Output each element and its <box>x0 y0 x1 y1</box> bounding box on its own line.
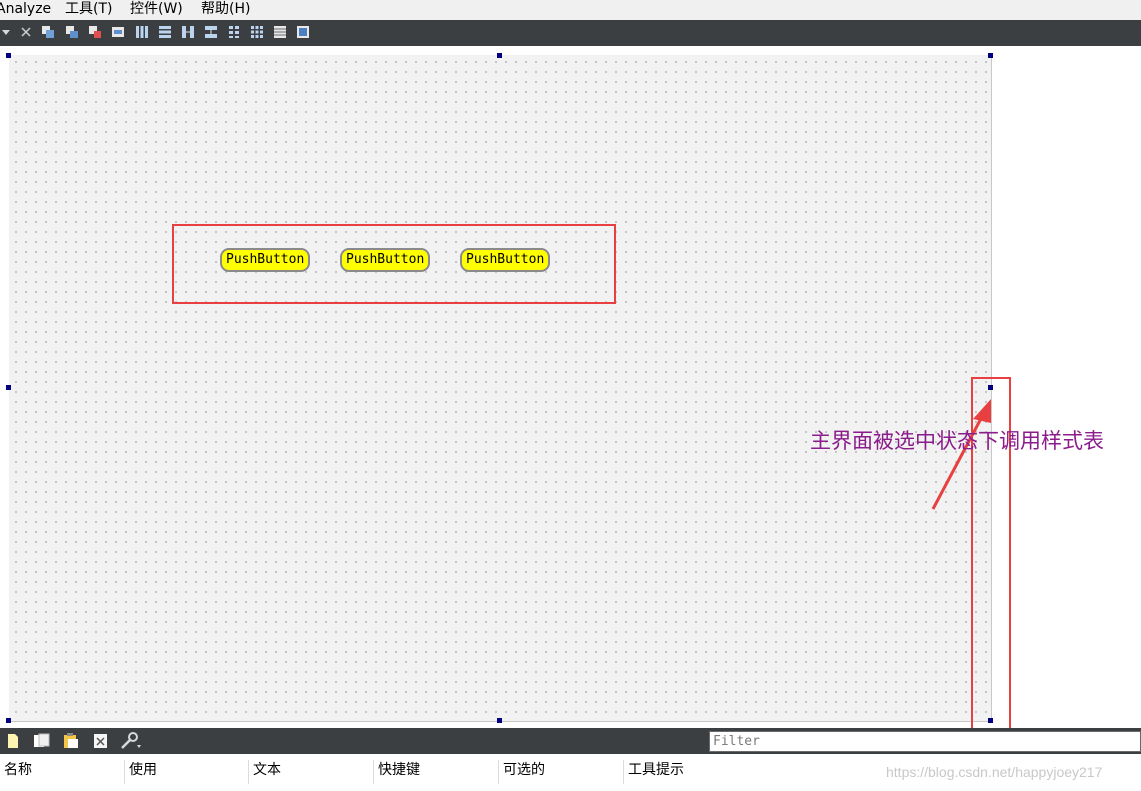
dropdown-arrow-icon[interactable] <box>0 26 14 40</box>
form-toolbar <box>0 20 1141 46</box>
annotation-text: 主界面被选中状态下调用样式表 <box>810 429 1104 453</box>
adjust-size-icon[interactable] <box>296 25 310 39</box>
break-layout-icon[interactable] <box>273 25 287 39</box>
close-icon[interactable] <box>19 25 33 39</box>
edit-signals-slots-icon[interactable] <box>65 25 79 39</box>
filter-input[interactable] <box>709 731 1141 752</box>
layout-form-icon[interactable] <box>227 25 241 39</box>
resize-handle-top-left[interactable] <box>6 53 11 58</box>
menu-bar: Analyze 工具(T) 控件(W) 帮助(H) <box>0 0 1141 20</box>
resize-handle-bottom[interactable] <box>497 718 502 723</box>
column-checkable[interactable]: 可选的 <box>499 760 624 784</box>
resize-handle-top-right[interactable] <box>988 53 993 58</box>
copy-action-icon[interactable] <box>33 733 50 747</box>
layout-vertical-icon[interactable] <box>158 25 172 39</box>
new-action-icon[interactable] <box>6 733 20 748</box>
column-text[interactable]: 文本 <box>249 760 374 784</box>
configure-wrench-icon[interactable] <box>120 732 141 749</box>
layout-horizontal-splitter-icon[interactable] <box>181 25 195 39</box>
menu-help[interactable]: 帮助(H) <box>201 0 250 20</box>
menu-tools[interactable]: 工具(T) <box>65 0 112 20</box>
resize-handle-left[interactable] <box>6 385 11 390</box>
layout-horizontal-icon[interactable] <box>135 25 149 39</box>
edit-buddies-icon[interactable] <box>88 25 102 39</box>
column-shortcut[interactable]: 快捷键 <box>374 760 499 784</box>
layout-vertical-splitter-icon[interactable] <box>204 25 218 39</box>
menu-widgets[interactable]: 控件(W) <box>130 0 183 20</box>
buttons-highlight-box <box>172 224 616 304</box>
watermark: https://blog.csdn.net/happyjoey217 <box>886 764 1103 780</box>
layout-grid-icon[interactable] <box>250 25 264 39</box>
column-tooltip[interactable]: 工具提示 <box>624 760 749 784</box>
edit-tab-order-icon[interactable] <box>111 25 125 39</box>
paste-action-icon[interactable] <box>63 733 78 748</box>
menu-analyze[interactable]: Analyze <box>0 0 51 20</box>
edit-widgets-icon[interactable] <box>41 25 55 39</box>
column-name[interactable]: 名称 <box>0 760 125 784</box>
form-canvas[interactable] <box>9 55 992 722</box>
resize-handle-top[interactable] <box>497 53 502 58</box>
column-used[interactable]: 使用 <box>125 760 249 784</box>
delete-action-icon[interactable] <box>93 733 107 748</box>
resize-handle-bottom-left[interactable] <box>6 718 11 723</box>
